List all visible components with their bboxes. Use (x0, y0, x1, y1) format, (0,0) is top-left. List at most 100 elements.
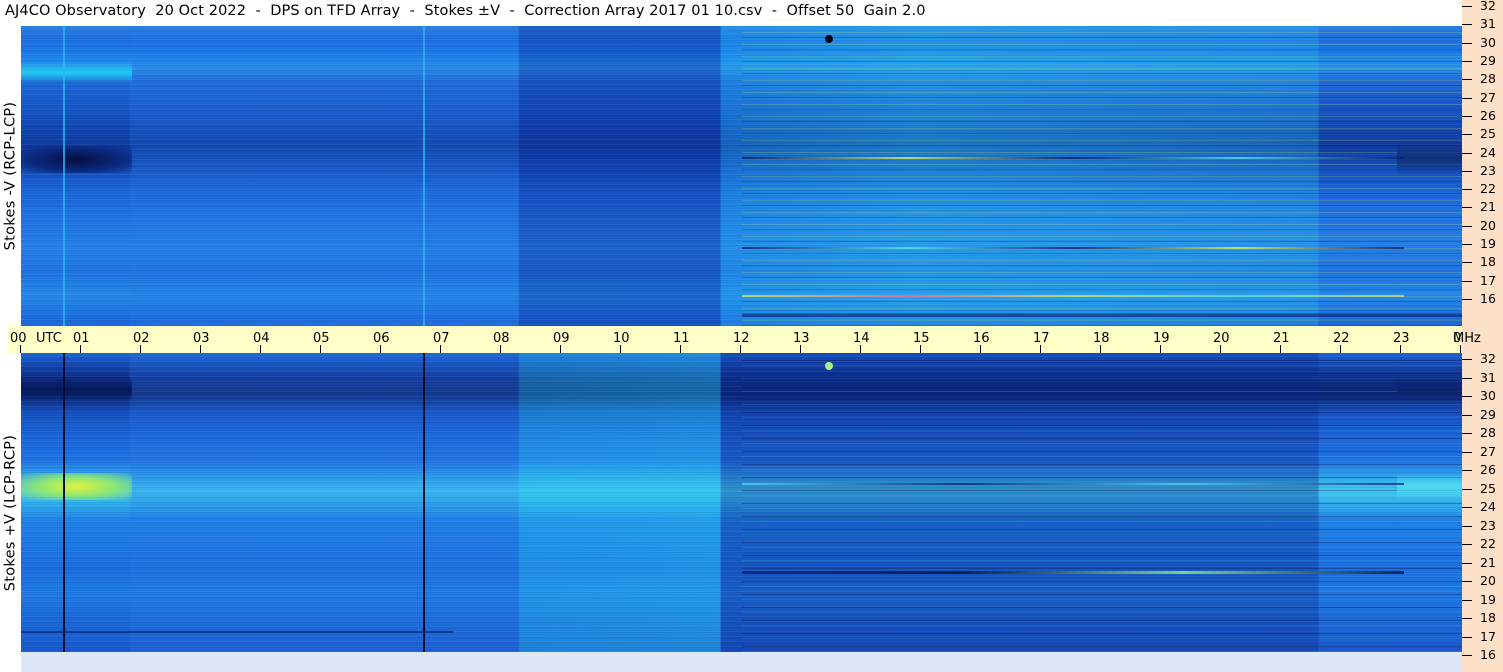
top-freq-tick (1462, 189, 1472, 191)
bottom-freq-label: 24 (1480, 499, 1496, 514)
bottom-freq-tick (1462, 377, 1472, 379)
bottom-freq-tick (1462, 470, 1472, 471)
bottom-spectrogram[interactable] (21, 353, 1462, 652)
bottom-freq-label: 22 (1480, 536, 1496, 551)
bottom-freq-tick (1462, 451, 1472, 453)
top-freq-tick (1462, 152, 1472, 154)
bottom-freq-label: 29 (1480, 406, 1496, 422)
bottom-freq-tick (1462, 507, 1472, 508)
top-freq-label: 22 (1480, 181, 1496, 197)
top-freq-label: 21 (1480, 199, 1496, 215)
bottom-freq-label: 19 (1480, 591, 1496, 607)
time-label-13: 13 (793, 331, 810, 346)
time-label-6: 06 (373, 331, 390, 346)
bottom-freq-label: 28 (1480, 425, 1496, 440)
top-freq-tick (1462, 24, 1472, 26)
top-freq-label: 26 (1480, 107, 1496, 123)
time-unit-label: UTC (36, 331, 62, 346)
title-bar: AJ4CO Observatory 20 Oct 2022 - DPS on T… (0, 0, 1462, 26)
time-label-7: 07 (433, 331, 450, 346)
frequency-axis-top: 32 31 30 29 28 27 26 25 24 23 22 21 20 19 18 17 16 (1462, 0, 1503, 326)
bottom-panel-label: Stokes +V (LCP-RCP) (2, 434, 19, 592)
top-freq-label: 20 (1480, 217, 1496, 233)
bottom-freq-label: 31 (1480, 369, 1496, 385)
bottom-freq-label: 27 (1480, 443, 1496, 459)
bottom-freq-tick (1462, 599, 1472, 601)
window-title: AJ4CO Observatory 20 Oct 2022 - DPS on T… (5, 3, 926, 19)
bottom-freq-label: 23 (1480, 517, 1496, 533)
bottom-freq-label: 25 (1480, 480, 1496, 496)
top-freq-label: 31 (1480, 16, 1496, 32)
top-freq-tick (1462, 299, 1472, 300)
bottom-freq-label: 30 (1480, 388, 1496, 403)
time-label-12: 12 (733, 331, 750, 346)
bottom-freq-label: 17 (1480, 628, 1496, 644)
bottom-freq-tick (1462, 581, 1472, 582)
time-label-10: 10 (613, 331, 630, 346)
top-freq-label: 23 (1480, 162, 1496, 178)
time-label-15: 15 (913, 331, 930, 346)
top-spectrogram[interactable] (21, 26, 1462, 326)
time-label-5: 05 (313, 331, 330, 346)
freq-unit-label: MHz (1453, 331, 1481, 346)
top-freq-label: 28 (1480, 71, 1496, 87)
time-label-1: 01 (73, 331, 90, 346)
bottom-freq-tick (1462, 562, 1472, 564)
frequency-axis-middle: MHz (1453, 326, 1503, 353)
top-freq-tick (1462, 244, 1472, 246)
time-label-17: 17 (1033, 331, 1050, 346)
bottom-freq-tick (1462, 488, 1472, 490)
top-freq-label: 16 (1480, 291, 1496, 306)
time-label-3: 03 (193, 331, 210, 346)
time-label-9: 09 (553, 331, 570, 346)
bottom-freq-label: 26 (1480, 462, 1496, 477)
time-axis: 00 UTC 01 02 03 04 05 06 07 08 09 10 11 … (8, 326, 1470, 353)
time-label-14: 14 (853, 331, 870, 346)
top-freq-label: 29 (1480, 52, 1496, 68)
bottom-spectrogram-background (21, 353, 1462, 652)
time-label-22: 22 (1333, 331, 1350, 346)
time-label-19: 19 (1153, 331, 1170, 346)
bottom-freq-tick (1462, 636, 1472, 638)
top-freq-tick (1462, 79, 1472, 81)
bottom-freq-tick (1462, 525, 1472, 527)
bottom-freq-label: 20 (1480, 573, 1496, 588)
time-label-23: 23 (1393, 331, 1410, 346)
bottom-freq-label: 32 (1480, 351, 1496, 366)
bottom-freq-tick (1462, 414, 1472, 416)
top-freq-tick (1462, 207, 1472, 209)
time-label-11: 11 (673, 331, 690, 346)
bottom-freq-tick (1462, 433, 1472, 434)
time-label-21: 21 (1273, 331, 1290, 346)
top-freq-tick (1462, 134, 1472, 136)
top-freq-tick (1462, 115, 1472, 117)
top-freq-label: 32 (1480, 0, 1496, 13)
bottom-freq-tick (1462, 544, 1472, 545)
top-freq-label: 17 (1480, 272, 1496, 288)
top-freq-tick (1462, 6, 1472, 7)
time-label-16: 16 (973, 331, 990, 346)
top-panel-label: Stokes -V (RCP-LCP) (2, 101, 19, 251)
frequency-axis-bottom: 32 31 30 29 28 27 26 25 24 23 22 21 20 19 18 17 16 (1462, 351, 1503, 672)
bottom-freq-tick (1462, 655, 1472, 656)
bottom-panel-label-strip: Stokes +V (LCP-RCP) (0, 353, 21, 672)
bottom-freq-label: 16 (1480, 647, 1496, 662)
top-freq-label: 27 (1480, 89, 1496, 105)
time-label-4: 04 (253, 331, 270, 346)
top-freq-tick (1462, 280, 1472, 282)
time-label-0: 00 (10, 331, 27, 346)
top-freq-tick (1462, 97, 1472, 99)
top-freq-label: 25 (1480, 126, 1496, 142)
time-label-20: 20 (1213, 331, 1230, 346)
time-label-8: 08 (493, 331, 510, 346)
top-freq-tick (1462, 170, 1472, 172)
top-freq-tick (1462, 262, 1472, 264)
bottom-freq-tick (1462, 359, 1472, 360)
top-panel-label-strip: Stokes -V (RCP-LCP) (0, 26, 21, 326)
time-label-18: 18 (1093, 331, 1110, 346)
time-label-2: 02 (133, 331, 150, 346)
top-freq-label: 30 (1480, 34, 1496, 50)
top-freq-label: 18 (1480, 254, 1496, 270)
bottom-freq-tick (1462, 618, 1472, 619)
top-freq-label: 19 (1480, 236, 1496, 252)
